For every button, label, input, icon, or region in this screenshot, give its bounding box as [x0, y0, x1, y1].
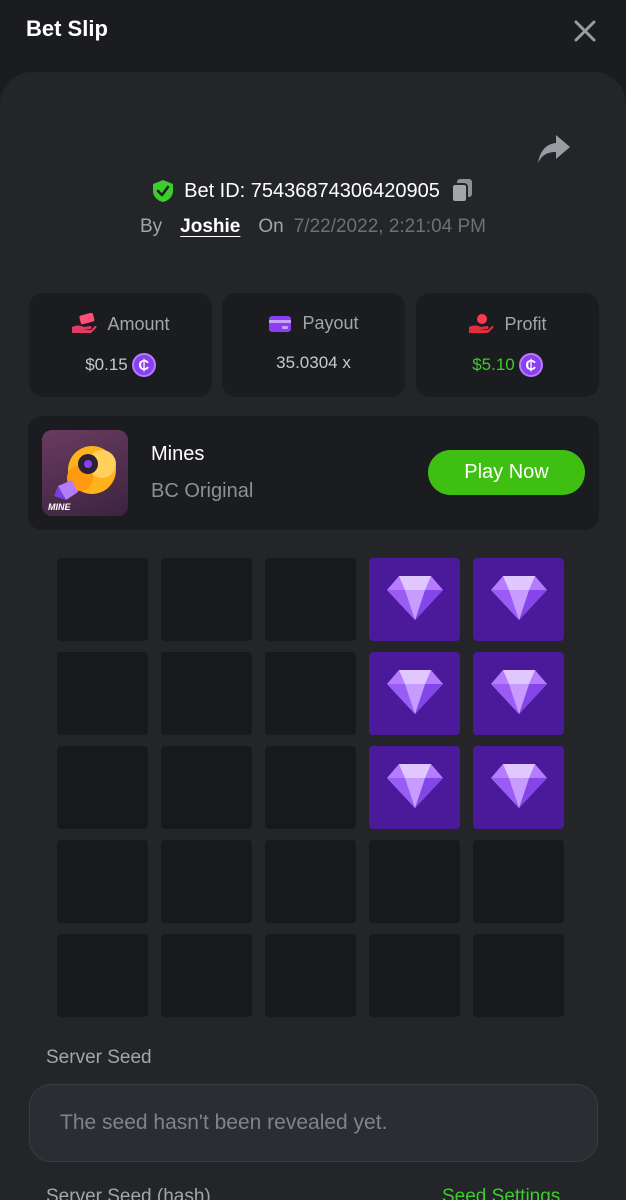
profit-label: Profit	[504, 313, 547, 334]
board-cell[interactable]	[57, 558, 148, 641]
user-link[interactable]: Joshie	[180, 216, 240, 238]
board-cell[interactable]	[161, 746, 252, 829]
server-seed-label: Server Seed	[46, 1047, 152, 1068]
server-seed-hash-label: Server Seed (hash)	[46, 1186, 211, 1200]
game-name: Mines	[151, 443, 205, 465]
payout-label: Payout	[302, 313, 359, 333]
gem-icon	[385, 572, 445, 627]
amount-value: $0.15	[85, 355, 128, 374]
board-cell[interactable]	[57, 746, 148, 829]
money-hand-icon	[72, 313, 97, 333]
amount-label: Amount	[107, 313, 170, 334]
gem-icon	[489, 572, 549, 627]
coin-icon: ₵	[518, 353, 543, 377]
board-cell-gem[interactable]	[369, 652, 460, 735]
board-cell-gem[interactable]	[369, 746, 460, 829]
gem-icon	[385, 666, 445, 721]
by-label: By	[139, 216, 163, 237]
play-now-button[interactable]: Play Now	[428, 450, 585, 495]
board-cell[interactable]	[57, 840, 148, 923]
board-cell[interactable]	[265, 558, 356, 641]
bet-id-row: Bet ID: 75436874306420905	[0, 175, 626, 207]
close-icon	[574, 20, 596, 42]
board-cell[interactable]	[369, 840, 460, 923]
board-cell-gem[interactable]	[473, 746, 564, 829]
coin-icon: ₵	[131, 353, 156, 377]
game-card: MINE Mines BC Original Play Now	[28, 416, 599, 530]
board-cell-gem[interactable]	[473, 652, 564, 735]
wallet-card-icon	[269, 315, 292, 332]
board-cell-gem[interactable]	[473, 558, 564, 641]
header: Bet Slip	[0, 0, 626, 64]
mine-explosion-icon: MINE	[48, 446, 116, 512]
board-cell[interactable]	[265, 934, 356, 1017]
server-seed-field[interactable]: The seed hasn't been revealed yet.	[29, 1084, 598, 1162]
gem-icon	[489, 760, 549, 815]
board-cell[interactable]	[161, 934, 252, 1017]
board-cell-gem[interactable]	[369, 558, 460, 641]
close-button[interactable]	[568, 14, 602, 48]
board-cell[interactable]	[369, 934, 460, 1017]
svg-text:MINE: MINE	[48, 502, 71, 512]
board-cell[interactable]	[265, 652, 356, 735]
on-label: On	[258, 216, 284, 237]
seed-settings-link[interactable]: Seed Settings	[442, 1186, 560, 1200]
mines-board	[57, 558, 567, 1018]
share-icon	[538, 135, 570, 163]
board-cell[interactable]	[161, 840, 252, 923]
amount-card: Amount $0.15 ₵	[29, 293, 212, 397]
board-cell[interactable]	[57, 934, 148, 1017]
board-cell[interactable]	[57, 652, 148, 735]
profit-card: Profit $5.10 ₵	[416, 293, 599, 397]
shield-check-icon	[153, 180, 174, 202]
game-subtitle: BC Original	[151, 480, 254, 502]
board-cell[interactable]	[265, 840, 356, 923]
board-cell[interactable]	[161, 558, 252, 641]
board-cell[interactable]	[473, 934, 564, 1017]
bet-id-text: Bet ID: 75436874306420905	[184, 179, 440, 202]
board-cell[interactable]	[265, 746, 356, 829]
profit-hand-icon	[469, 314, 494, 333]
mines-game-thumbnail[interactable]: MINE	[42, 430, 128, 516]
profit-value: $5.10	[472, 355, 515, 374]
bet-date: 7/22/2022, 2:21:04 PM	[293, 216, 486, 237]
copy-icon[interactable]	[450, 178, 474, 204]
bet-owner-row: By Joshie On 7/22/2022, 2:21:04 PM	[0, 212, 626, 242]
board-cell[interactable]	[161, 652, 252, 735]
share-button[interactable]	[534, 131, 574, 167]
board-cell[interactable]	[473, 840, 564, 923]
gem-icon	[385, 760, 445, 815]
page-title: Bet Slip	[26, 16, 108, 41]
gem-icon	[489, 666, 549, 721]
payout-value: 35.0304 x	[276, 353, 351, 372]
payout-card: Payout 35.0304 x	[222, 293, 405, 397]
